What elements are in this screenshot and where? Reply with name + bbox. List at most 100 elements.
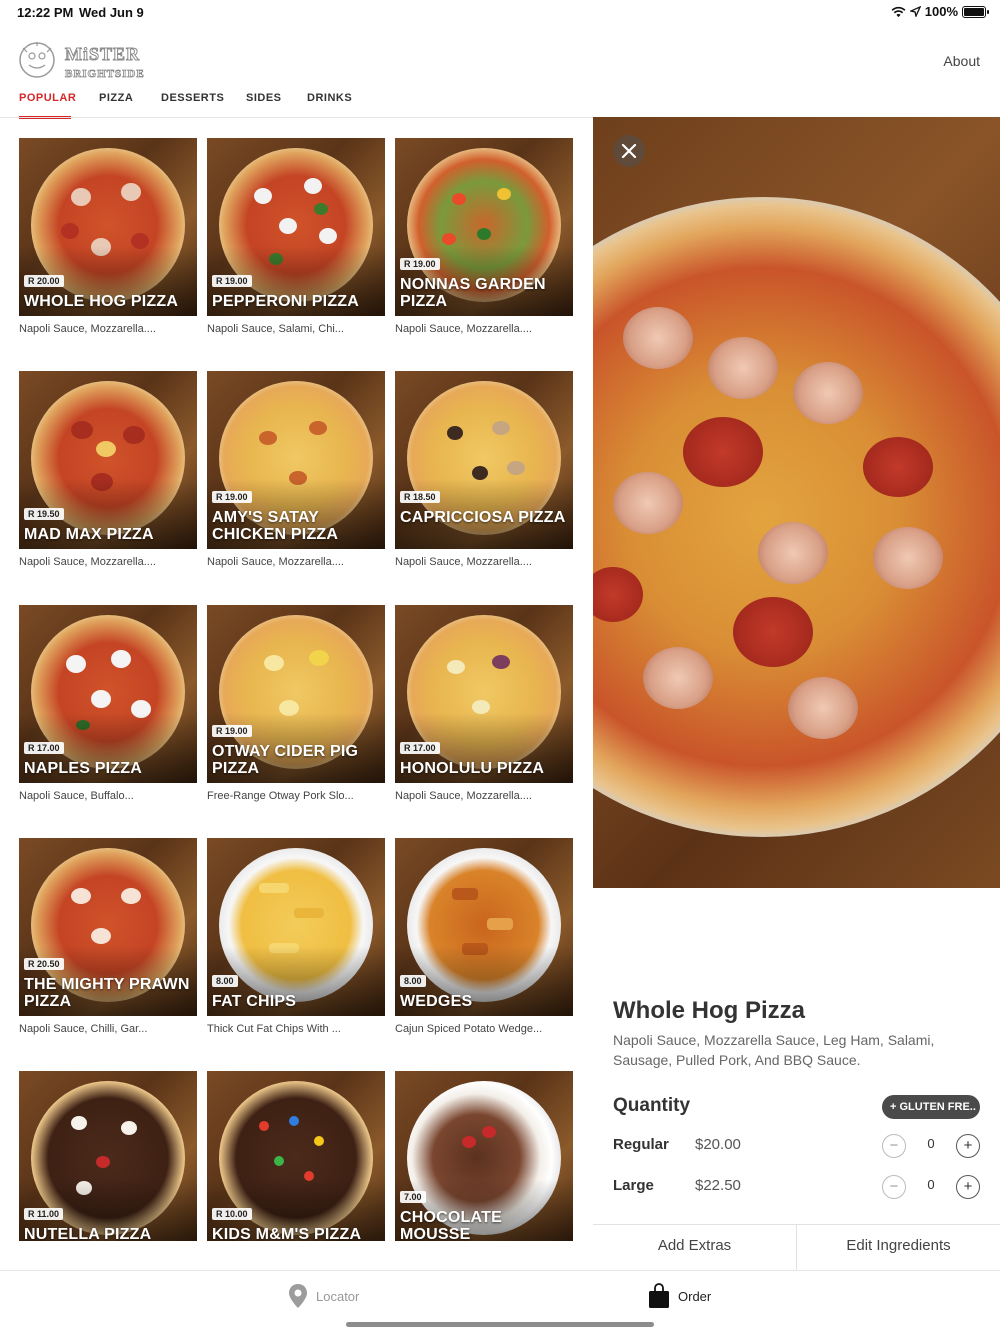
menu-card-image (395, 838, 573, 1016)
quantity-label: Quantity (613, 1095, 691, 1116)
menu-card-desc: Cajun Spiced Potato Wedge... (395, 1023, 543, 1035)
price-tag: 8.00 (212, 975, 238, 987)
home-indicator (346, 1322, 654, 1327)
menu-card-image (207, 838, 385, 1016)
tab-order[interactable]: Order (648, 1283, 711, 1309)
menu-card[interactable]: R 18.50 CAPRICCIOSA PIZZA Napoli Sauce, … (395, 371, 573, 577)
battery-percent: 100% (924, 4, 958, 19)
tab-drinks[interactable]: DRINKS (307, 92, 352, 104)
menu-card-title: NONNAS GARDEN PIZZA (400, 276, 546, 310)
menu-card-desc: Napoli Sauce, Mozzarella.... (395, 790, 532, 802)
menu-card-image (19, 371, 197, 549)
size-row-large: Large $22.50 − 0 + (593, 1173, 1000, 1203)
menu-card[interactable]: R 19.00 AMY'S SATAY CHICKEN PIZZA Napoli… (207, 371, 385, 577)
menu-card-image (19, 138, 197, 316)
close-icon (621, 143, 637, 159)
menu-card-title: CHOCOLATE MOUSSE (400, 1209, 502, 1241)
decrease-quantity-button[interactable]: − (882, 1175, 906, 1199)
brand-logo[interactable]: MiSTER BRIGHTSIDE (17, 40, 153, 82)
menu-card-desc: Free-Range Otway Pork Slo... (207, 790, 354, 802)
menu-card-title: FAT CHIPS (212, 993, 297, 1010)
menu-card-title: NUTELLA PIZZA (24, 1226, 152, 1241)
gluten-free-toggle[interactable]: + GLUTEN FRE.. (882, 1095, 980, 1119)
menu-card-desc: Napoli Sauce, Mozzarella.... (19, 556, 156, 568)
menu-card[interactable]: 8.00 WEDGES Cajun Spiced Potato Wedge... (395, 838, 573, 1044)
menu-card-desc: Napoli Sauce, Buffalo... (19, 790, 134, 802)
menu-card-desc: Napoli Sauce, Chilli, Gar... (19, 1023, 148, 1035)
menu-card[interactable]: R 20.50 THE MIGHTY PRAWN PIZZA Napoli Sa… (19, 838, 197, 1044)
menu-card-title: WHOLE HOG PIZZA (24, 293, 179, 310)
menu-card[interactable]: R 19.00 NONNAS GARDEN PIZZA Napoli Sauce… (395, 138, 573, 344)
increase-quantity-button[interactable]: + (956, 1134, 980, 1158)
size-name: Large (613, 1177, 654, 1194)
price-tag: 7.00 (400, 1191, 426, 1203)
size-row-regular: Regular $20.00 − 0 + (593, 1132, 1000, 1162)
gluten-free-label: GLUTEN FRE.. (899, 1101, 976, 1113)
menu-card-title: HONOLULU PIZZA (400, 760, 545, 777)
svg-text:MiSTER: MiSTER (65, 44, 140, 64)
menu-card-title: THE MIGHTY PRAWN PIZZA (24, 976, 190, 1010)
price-tag: R 20.50 (24, 958, 64, 970)
menu-card-title: WEDGES (400, 993, 473, 1010)
chips-bowl-image (219, 848, 373, 1002)
item-hero-image (593, 117, 1000, 888)
tab-sides[interactable]: SIDES (246, 92, 282, 104)
status-date: Wed Jun 9 (79, 5, 144, 20)
size-price: $22.50 (695, 1177, 741, 1194)
size-price: $20.00 (695, 1136, 741, 1153)
menu-card-title: PEPPERONI PIZZA (212, 293, 360, 310)
menu-card[interactable]: R 20.00 WHOLE HOG PIZZA Napoli Sauce, Mo… (19, 138, 197, 344)
price-tag: R 20.00 (24, 275, 64, 287)
price-tag: R 11.00 (24, 1208, 64, 1220)
tab-order-label: Order (678, 1288, 712, 1304)
quantity-value: 0 (927, 1136, 935, 1151)
menu-card-title: KIDS M&M'S PIZZA (212, 1226, 362, 1241)
bottom-tab-bar: Locator Order (0, 1270, 1000, 1334)
item-title: Whole Hog Pizza (613, 997, 805, 1024)
add-extras-button[interactable]: Add Extras (593, 1237, 796, 1254)
menu-card-image (207, 138, 385, 316)
menu-card[interactable]: R 19.50 MAD MAX PIZZA Napoli Sauce, Mozz… (19, 371, 197, 577)
menu-card-title: AMY'S SATAY CHICKEN PIZZA (212, 509, 339, 543)
location-arrow-icon (909, 6, 921, 17)
menu-card[interactable]: R 11.00 NUTELLA PIZZA (19, 1071, 197, 1241)
menu-card-desc: Thick Cut Fat Chips With ... (207, 1023, 341, 1035)
price-tag: R 19.00 (212, 725, 252, 737)
menu-card-image (395, 605, 573, 783)
price-tag: R 17.00 (24, 742, 64, 754)
hero-pizza (593, 197, 1000, 837)
increase-quantity-button[interactable]: + (956, 1175, 980, 1199)
menu-card[interactable]: R 17.00 NAPLES PIZZA Napoli Sauce, Buffa… (19, 605, 197, 811)
price-tag: R 17.00 (400, 742, 440, 754)
tab-locator[interactable]: Locator (288, 1283, 359, 1309)
edit-ingredients-button[interactable]: Edit Ingredients (797, 1237, 1000, 1254)
plus-icon: + (963, 1137, 973, 1154)
svg-text:BRIGHTSIDE: BRIGHTSIDE (65, 68, 145, 80)
wifi-icon (891, 6, 906, 17)
tab-locator-label: Locator (316, 1288, 360, 1304)
status-bar: 12:22 PM Wed Jun 9 100% (0, 0, 1000, 24)
price-tag: R 19.00 (212, 275, 252, 287)
price-tag: 8.00 (400, 975, 426, 987)
menu-card[interactable]: 8.00 FAT CHIPS Thick Cut Fat Chips With … (207, 838, 385, 1044)
menu-card-desc: Napoli Sauce, Mozzarella.... (207, 556, 344, 568)
menu-card[interactable]: R 17.00 HONOLULU PIZZA Napoli Sauce, Moz… (395, 605, 573, 811)
menu-card[interactable]: R 10.00 KIDS M&M'S PIZZA (207, 1071, 385, 1241)
quantity-value: 0 (927, 1177, 935, 1192)
tab-popular[interactable]: POPULAR (19, 92, 76, 104)
battery-icon (962, 5, 989, 18)
decrease-quantity-button[interactable]: − (882, 1134, 906, 1158)
close-button[interactable] (613, 135, 645, 167)
tab-desserts[interactable]: DESSERTS (161, 92, 224, 104)
about-link[interactable]: About (943, 53, 980, 69)
price-tag: R 18.50 (400, 491, 440, 503)
minus-icon: − (889, 1137, 899, 1154)
menu-card[interactable]: 7.00 CHOCOLATE MOUSSE (395, 1071, 573, 1241)
category-tabs: POPULAR PIZZA DESSERTS SIDES DRINKS (0, 86, 593, 119)
tab-pizza[interactable]: PIZZA (99, 92, 133, 104)
menu-card[interactable]: R 19.00 OTWAY CIDER PIG PIZZA Free-Range… (207, 605, 385, 811)
menu-card-desc: Napoli Sauce, Mozzarella.... (395, 323, 532, 335)
menu-card-image (19, 605, 197, 783)
price-tag: R 19.00 (212, 491, 252, 503)
menu-card[interactable]: R 19.00 PEPPERONI PIZZA Napoli Sauce, Sa… (207, 138, 385, 344)
